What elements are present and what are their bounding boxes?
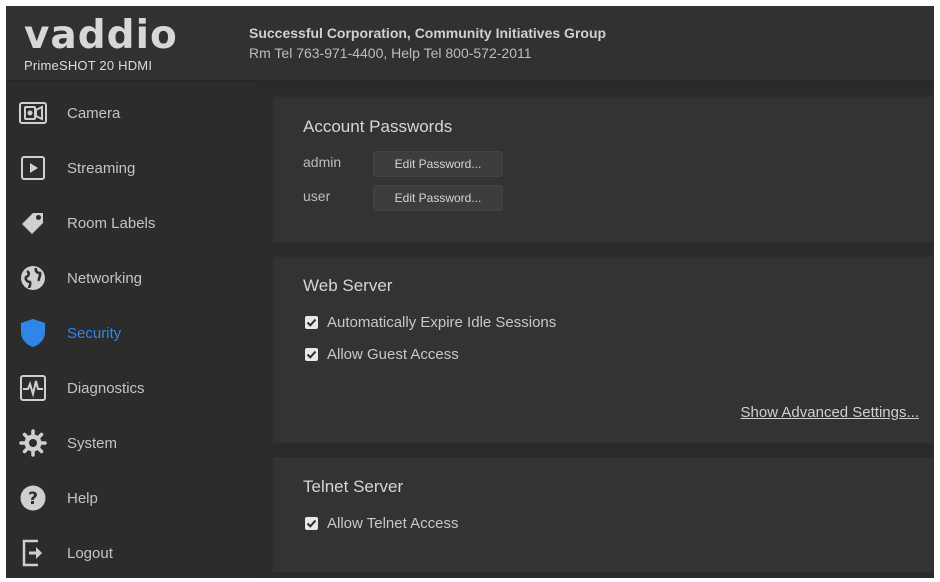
sidebar-item-streaming[interactable]: Streaming	[6, 142, 255, 194]
account-label-admin: admin	[303, 154, 342, 170]
web-server-panel: Web Server Automatically Expire Idle Ses…	[272, 256, 934, 444]
guest-access-checkbox[interactable]	[305, 348, 318, 361]
gear-icon	[16, 426, 50, 460]
sidebar-item-label: Logout	[67, 544, 113, 562]
shield-icon	[16, 316, 50, 350]
organization-name: Successful Corporation, Community Initia…	[249, 25, 607, 41]
svg-text:?: ?	[28, 489, 38, 509]
logout-icon	[16, 536, 50, 570]
sidebar-item-label: Help	[67, 489, 98, 507]
help-icon: ?	[16, 481, 50, 515]
sidebar: Camera Streaming Room Labels Networking …	[6, 81, 255, 578]
sidebar-item-help[interactable]: ? Help	[6, 472, 255, 524]
pulse-icon	[16, 371, 50, 405]
globe-icon	[16, 261, 50, 295]
sidebar-item-camera[interactable]: Camera	[6, 87, 255, 139]
model-name: PrimeSHOT 20 HDMI	[24, 58, 153, 73]
brand: vaddio PrimeSHOT 20 HDMI	[24, 13, 229, 74]
sidebar-item-label: System	[67, 434, 118, 452]
telnet-server-panel: Telnet Server Allow Telnet Access	[272, 457, 934, 573]
edit-password-admin-button[interactable]: Edit Password...	[373, 151, 503, 177]
option-expire-idle-sessions[interactable]: Automatically Expire Idle Sessions	[305, 314, 556, 331]
header: vaddio PrimeSHOT 20 HDMI Successful Corp…	[6, 6, 934, 81]
sidebar-item-security[interactable]: Security	[6, 307, 255, 359]
web-server-title: Web Server	[303, 276, 393, 295]
play-icon	[16, 151, 50, 185]
option-allow-telnet-access[interactable]: Allow Telnet Access	[305, 515, 458, 532]
camera-icon	[16, 96, 50, 130]
sidebar-item-logout[interactable]: Logout	[6, 527, 255, 578]
sidebar-item-label: Streaming	[67, 159, 136, 177]
app-window: vaddio PrimeSHOT 20 HDMI Successful Corp…	[6, 6, 934, 578]
contact-info: Rm Tel 763-971-4400, Help Tel 800-572-20…	[249, 45, 532, 61]
sidebar-item-diagnostics[interactable]: Diagnostics	[6, 362, 255, 414]
telnet-access-label: Allow Telnet Access	[327, 515, 459, 532]
telnet-access-checkbox[interactable]	[305, 517, 318, 530]
account-passwords-panel: Account Passwords admin Edit Password...…	[272, 96, 934, 243]
sidebar-item-room-labels[interactable]: Room Labels	[6, 197, 255, 249]
option-allow-guest-access[interactable]: Allow Guest Access	[305, 346, 459, 363]
guest-access-label: Allow Guest Access	[327, 346, 459, 363]
tag-icon	[16, 206, 50, 240]
sidebar-item-label: Room Labels	[67, 214, 156, 232]
account-label-user: user	[303, 188, 331, 204]
sidebar-item-label: Camera	[67, 104, 121, 122]
sidebar-item-system[interactable]: System	[6, 417, 255, 469]
edit-password-user-button[interactable]: Edit Password...	[373, 185, 503, 211]
sidebar-item-label: Diagnostics	[67, 379, 145, 397]
telnet-server-title: Telnet Server	[303, 477, 404, 496]
expire-sessions-checkbox[interactable]	[305, 316, 318, 329]
sidebar-item-networking[interactable]: Networking	[6, 252, 255, 304]
expire-sessions-label: Automatically Expire Idle Sessions	[327, 314, 557, 331]
show-advanced-settings-link[interactable]: Show Advanced Settings...	[741, 404, 919, 421]
vaddio-logo: vaddio	[24, 13, 178, 58]
sidebar-item-label: Networking	[67, 269, 143, 287]
sidebar-item-label: Security	[67, 324, 122, 342]
account-passwords-title: Account Passwords	[303, 117, 453, 136]
